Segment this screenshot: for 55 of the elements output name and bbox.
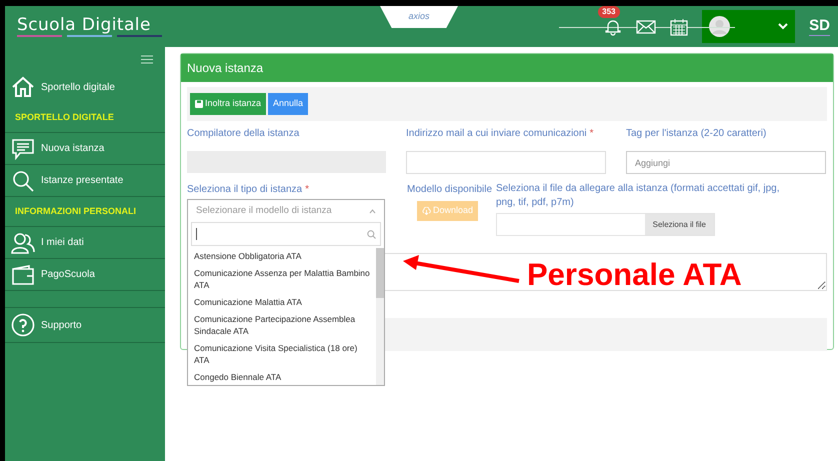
file-field[interactable]: Seleziona il file (496, 213, 715, 236)
chat-icon (11, 138, 35, 160)
bell-icon[interactable] (604, 18, 622, 36)
help-icon (11, 313, 35, 337)
sidebar-section-title: SPORTELLO DIGITALE (15, 110, 114, 124)
app-logo: Scuola Digitale (17, 15, 152, 35)
menu-icon[interactable] (141, 55, 153, 64)
wallet-icon (11, 264, 35, 286)
dropdown-option[interactable]: Comunicazione Assenza per Malattia Bambino ATA (194, 266, 370, 292)
sidebar-item[interactable]: Istanze presentate (5, 165, 165, 197)
annotation-text: Personale ATA (527, 257, 742, 293)
panel-title: Nuova istanza (187, 60, 264, 77)
mail-icon[interactable] (636, 20, 656, 34)
forward-button[interactable]: Inoltra istanza (190, 93, 266, 115)
field-label: Compilatore della istanza (187, 127, 300, 141)
choose-file-button[interactable]: Seleziona il file (644, 214, 714, 235)
dropdown-option[interactable]: Congedo Biennale ATA (194, 370, 370, 384)
dropdown-search-field[interactable] (191, 222, 381, 246)
chevron-down-icon (778, 23, 788, 30)
sidebar-item[interactable]: Nuova istanza (5, 133, 165, 165)
type-dropdown[interactable] (187, 199, 385, 386)
search-icon (367, 230, 376, 238)
select-placeholder: Selezionare il modello di istanza (196, 204, 332, 218)
sidebar-item[interactable]: Supporto (5, 307, 165, 343)
avatar-icon (709, 16, 730, 37)
field-label: Indirizzo mail a cui inviare comunicazioni * (406, 127, 595, 141)
field-label: Tag per l'istanza (2-20 caratteri) (626, 127, 768, 141)
dropdown-option[interactable]: Astensione Obbligatoria ATA (194, 249, 370, 263)
user-menu-button[interactable] (702, 10, 796, 43)
field-label: Seleziona il tipo di istanza * (187, 183, 310, 197)
field-label: Seleziona il file da allegare alla istanza (formati accettati gif, jpg, png, tif, pdf, p7m) (496, 182, 780, 210)
arrow-icon (401, 255, 521, 285)
notification-badge: 353 (598, 6, 620, 18)
sidebar-item[interactable]: Sportello digitale (5, 71, 165, 103)
dropdown-option[interactable]: Comunicazione Visita Specialistica (18 ore) ATA (194, 341, 370, 367)
cancel-button[interactable]: Annulla (268, 93, 308, 115)
field-label: Modello disponibile (407, 183, 492, 197)
sidebar-item[interactable]: PagoScuola (5, 259, 165, 291)
chevron-up-icon (369, 208, 376, 214)
dropdown-option[interactable]: Comunicazione Partecipazione Assemblea Sindacale ATA (194, 312, 370, 338)
search-icon (11, 168, 35, 192)
required-mark: * (590, 128, 594, 139)
users-icon (11, 232, 35, 254)
sidebar-section-title: INFORMAZIONI PERSONALI (15, 204, 136, 218)
sidebar-item[interactable]: I miei dati (5, 227, 165, 259)
brand-tab[interactable]: axios (380, 6, 458, 28)
tag-field[interactable]: Aggiungi (626, 151, 826, 174)
user-initials: SD (809, 17, 830, 36)
home-icon (11, 76, 35, 98)
dropdown-option[interactable]: Comunicazione Malattia ATA (194, 295, 370, 309)
calendar-icon[interactable] (670, 18, 688, 36)
required-mark: * (305, 184, 309, 195)
save-icon (195, 100, 203, 108)
cloud-download-icon (422, 207, 431, 215)
email-field[interactable] (406, 151, 606, 174)
